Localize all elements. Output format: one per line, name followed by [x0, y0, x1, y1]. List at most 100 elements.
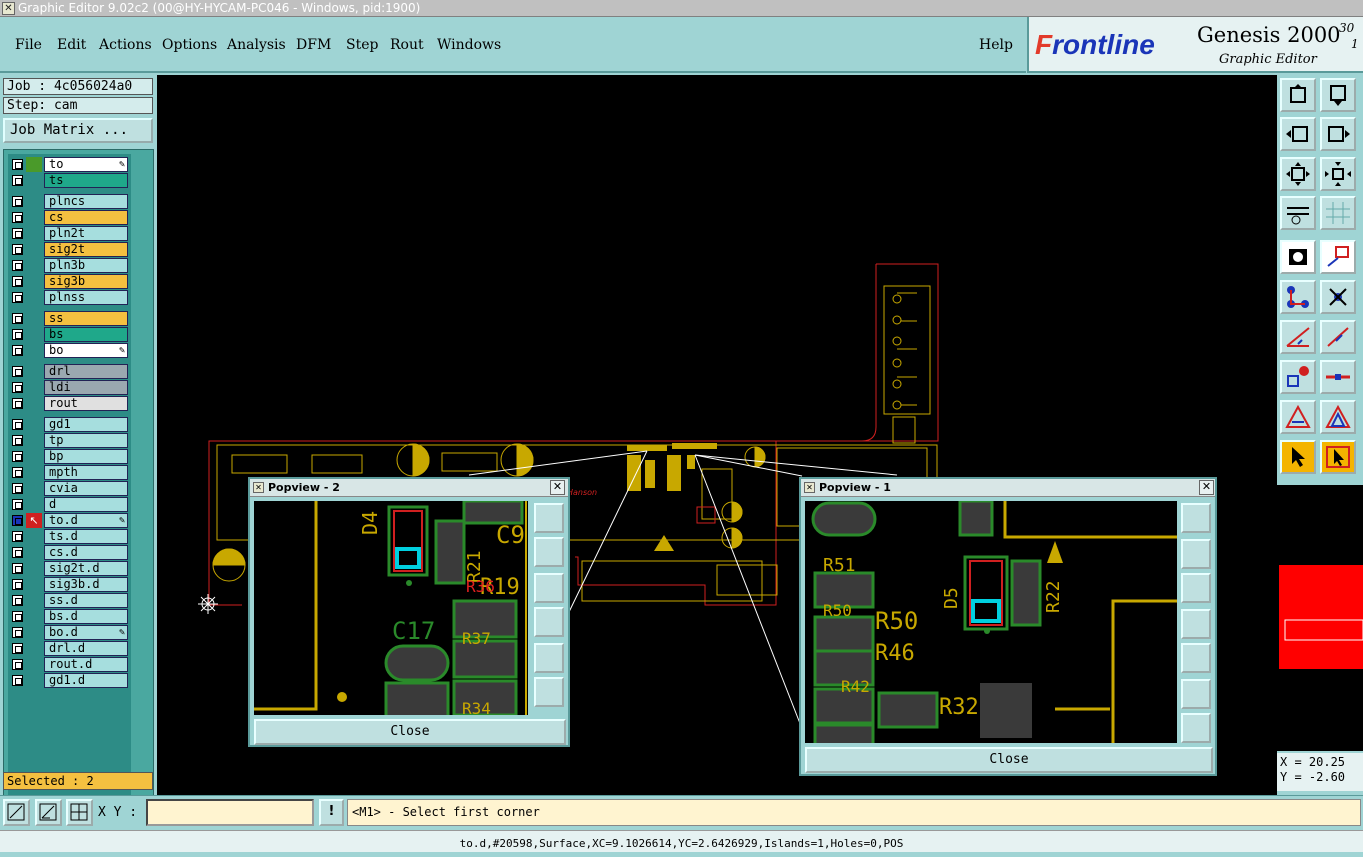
layer-state[interactable]	[26, 481, 42, 496]
popview-pan-right-button[interactable]	[534, 643, 564, 673]
layer-row-bo-d[interactable]: bo.d ✎	[8, 625, 131, 640]
layer-row-ss[interactable]: ss	[8, 311, 131, 326]
menu-help[interactable]: Help	[979, 37, 1013, 53]
layer-state[interactable]	[26, 290, 42, 305]
popview-pan-right-button[interactable]	[1181, 643, 1211, 673]
layer-name[interactable]: plncs	[44, 194, 128, 209]
layer-name[interactable]: ss	[44, 311, 128, 326]
layer-name[interactable]: to ✎	[44, 157, 128, 172]
layer-state[interactable]	[26, 380, 42, 395]
layer-state[interactable]	[26, 242, 42, 257]
layer-state[interactable]	[26, 226, 42, 241]
layer-state[interactable]	[26, 609, 42, 624]
grid-snap-icon[interactable]	[66, 799, 93, 826]
layer-name[interactable]: ts.d	[44, 529, 128, 544]
layer-state[interactable]	[26, 577, 42, 592]
warning-button[interactable]: !	[319, 799, 344, 826]
layer-name[interactable]: rout.d	[44, 657, 128, 672]
layer-state[interactable]	[26, 194, 42, 209]
zoom-out-icon[interactable]	[1320, 157, 1356, 191]
layer-name[interactable]: ldi	[44, 380, 128, 395]
layer-row-bs[interactable]: bs	[8, 327, 131, 342]
layer-name[interactable]: d	[44, 497, 128, 512]
pointer-select-icon[interactable]	[1320, 440, 1356, 474]
layer-name[interactable]: sig2t.d	[44, 561, 128, 576]
layer-state[interactable]	[26, 396, 42, 411]
layer-checkbox[interactable]	[12, 547, 23, 558]
layer-name[interactable]: tp	[44, 433, 128, 448]
layer-checkbox[interactable]	[12, 595, 23, 606]
layer-checkbox[interactable]	[12, 483, 23, 494]
layer-checkbox[interactable]	[12, 419, 23, 430]
layer-checkbox[interactable]	[12, 531, 23, 542]
layer-name[interactable]: bo ✎	[44, 343, 128, 358]
menu-actions[interactable]: Actions	[99, 37, 152, 53]
layer-state[interactable]	[26, 657, 42, 672]
layer-checkbox[interactable]	[12, 244, 23, 255]
layer-row-cs[interactable]: cs	[8, 210, 131, 225]
layer-row-mpth[interactable]: mpth	[8, 465, 131, 480]
layer-state[interactable]	[26, 561, 42, 576]
layer-name[interactable]: pln3b	[44, 258, 128, 273]
layer-checkbox[interactable]	[12, 643, 23, 654]
layer-state[interactable]	[26, 417, 42, 432]
pan-down-icon[interactable]	[1320, 78, 1356, 112]
layer-checkbox[interactable]	[12, 579, 23, 590]
layer-checkbox[interactable]	[12, 345, 23, 356]
layer-row-plncs[interactable]: plncs	[8, 194, 131, 209]
layer-row-cvia[interactable]: cvia	[8, 481, 131, 496]
edit-pointer-icon[interactable]: ↖	[26, 513, 42, 528]
layer-name[interactable]: sig3b.d	[44, 577, 128, 592]
layer-name[interactable]: drl	[44, 364, 128, 379]
layer-name[interactable]: sig3b	[44, 274, 128, 289]
pad-tool-icon[interactable]	[1280, 360, 1316, 394]
layer-state[interactable]	[26, 311, 42, 326]
menu-step[interactable]: Step	[346, 37, 378, 53]
layer-row-gd1-d[interactable]: gd1.d	[8, 673, 131, 688]
layer-row-gd1[interactable]: gd1	[8, 417, 131, 432]
trace-tool-icon[interactable]	[1320, 360, 1356, 394]
layer-name[interactable]: rout	[44, 396, 128, 411]
close-icon[interactable]: ✕	[550, 480, 565, 495]
layer-state[interactable]	[26, 210, 42, 225]
settings-tool-icon[interactable]	[1280, 196, 1316, 230]
layer-row-sig3b-d[interactable]: sig3b.d	[8, 577, 131, 592]
popview-2-close-button[interactable]: Close	[254, 719, 566, 745]
layer-row-sig2t-d[interactable]: sig2t.d	[8, 561, 131, 576]
layer-row-to-d[interactable]: ↖ to.d ✎	[8, 513, 131, 528]
layer-state[interactable]	[26, 641, 42, 656]
popview-1-close-button[interactable]: Close	[805, 747, 1213, 773]
layer-state[interactable]	[26, 173, 42, 188]
layer-row-pln2t[interactable]: pln2t	[8, 226, 131, 241]
layer-state[interactable]	[26, 274, 42, 289]
layer-state[interactable]	[26, 529, 42, 544]
job-matrix-button[interactable]: Job Matrix ...	[3, 118, 153, 143]
layer-name[interactable]: cs.d	[44, 545, 128, 560]
popview-zoom-home-button[interactable]	[1181, 503, 1211, 533]
layer-row-pln3b[interactable]: pln3b	[8, 258, 131, 273]
layer-checkbox[interactable]	[12, 435, 23, 446]
menu-analysis[interactable]: Analysis	[227, 37, 286, 53]
popview-zoom-button[interactable]	[534, 677, 564, 707]
layer-checkbox[interactable]	[12, 398, 23, 409]
pan-right-icon[interactable]	[1320, 117, 1356, 151]
zoom-home-icon[interactable]	[1280, 78, 1316, 112]
layer-checkbox[interactable]	[12, 196, 23, 207]
layer-name[interactable]: bo.d ✎	[44, 625, 128, 640]
layer-checkbox[interactable]	[12, 611, 23, 622]
menu-dfm[interactable]: DFM	[296, 37, 331, 53]
menu-windows[interactable]: Windows	[437, 37, 501, 53]
layer-checkbox[interactable]	[12, 212, 23, 223]
layer-row-plnss[interactable]: plnss	[8, 290, 131, 305]
layer-checkbox[interactable]	[12, 467, 23, 478]
layer-row-bo[interactable]: bo ✎	[8, 343, 131, 358]
select-region-icon[interactable]	[1320, 240, 1356, 274]
layer-name[interactable]: bs	[44, 327, 128, 342]
layer-state[interactable]	[26, 157, 42, 172]
layer-state[interactable]	[26, 545, 42, 560]
layer-checkbox[interactable]	[12, 159, 23, 170]
arc-tool-icon[interactable]	[1320, 400, 1356, 434]
layer-state[interactable]	[26, 343, 42, 358]
layer-checkbox[interactable]	[12, 627, 23, 638]
layer-name[interactable]: plnss	[44, 290, 128, 305]
